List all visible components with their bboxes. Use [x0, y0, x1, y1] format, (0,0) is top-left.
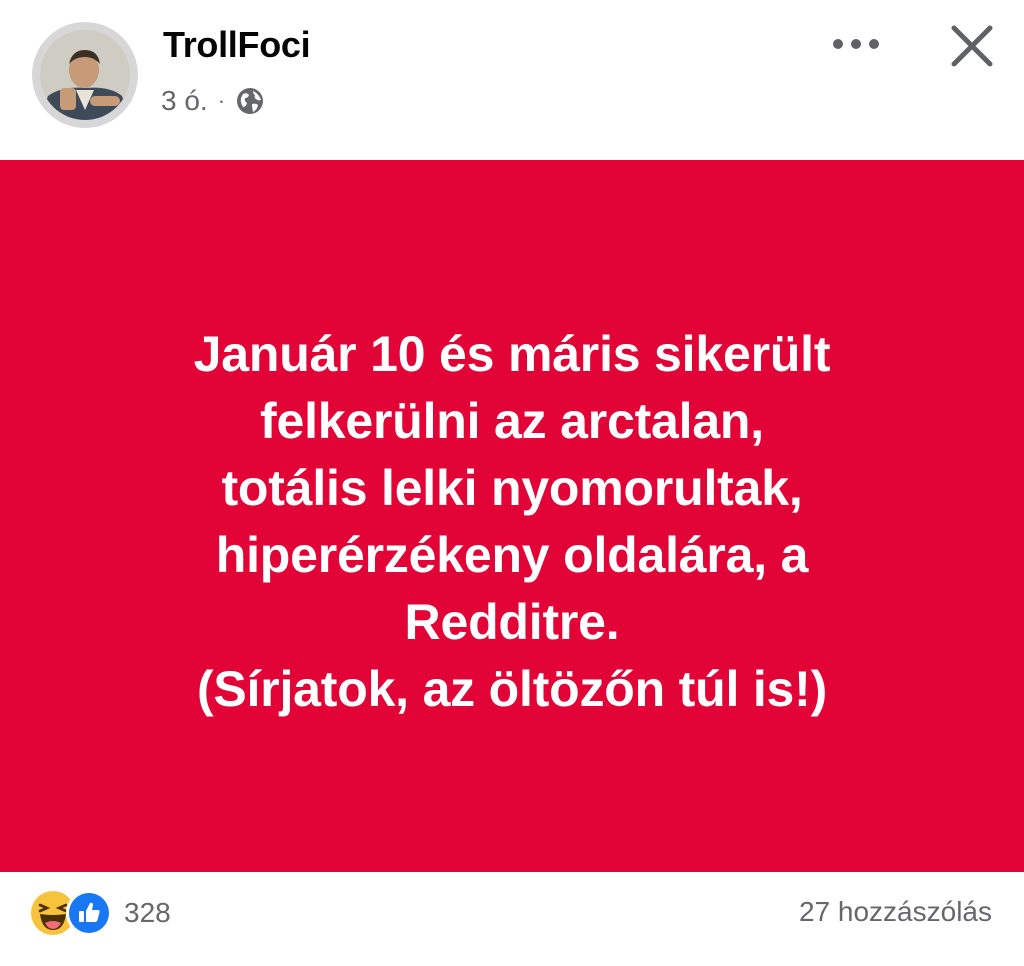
comments-count[interactable]: 27 hozzászólás — [799, 896, 992, 928]
post-header: TrollFoci 3 ó. · — [0, 0, 1024, 160]
post-text: Január 10 és máris sikerült felkerülni a… — [32, 321, 992, 723]
author-name[interactable]: TrollFoci — [163, 24, 311, 66]
post-line: totális lelki nyomorultak, — [221, 460, 803, 516]
post-line: Redditre. — [404, 594, 620, 650]
meta-separator: · — [217, 88, 226, 113]
close-button[interactable] — [944, 18, 1000, 74]
like-reaction-icon — [66, 890, 112, 936]
more-options-button[interactable] — [826, 22, 886, 66]
reactions-summary[interactable]: 328 — [30, 890, 171, 936]
post-line: (Sírjatok, az öltözőn túl is!) — [196, 661, 828, 717]
avatar[interactable] — [40, 30, 130, 120]
more-horizontal-icon — [833, 39, 879, 49]
post-line: Január 10 és máris sikerült — [193, 326, 831, 382]
post-line: hiperérzékeny oldalára, a — [215, 527, 809, 583]
avatar-image — [40, 30, 130, 120]
post-line: felkerülni az arctalan, — [260, 393, 764, 449]
post-meta: 3 ó. · — [161, 84, 265, 118]
globe-icon — [235, 86, 265, 116]
reaction-count: 328 — [124, 897, 171, 928]
post-content[interactable]: Január 10 és máris sikerült felkerülni a… — [0, 160, 1024, 872]
close-icon — [951, 25, 993, 67]
post-time[interactable]: 3 ó. — [161, 85, 208, 117]
